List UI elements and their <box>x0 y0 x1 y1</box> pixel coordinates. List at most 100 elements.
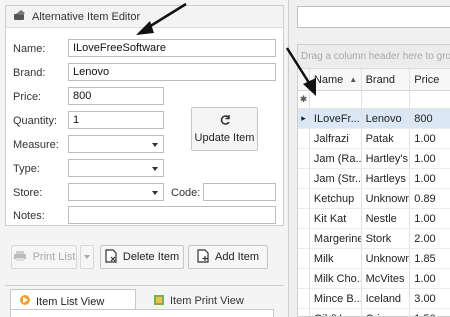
price-cell[interactable]: 1.00 <box>410 269 450 288</box>
column-header-brand[interactable]: Brand <box>362 69 411 90</box>
delete-item-button[interactable]: Delete Item <box>100 245 184 269</box>
name-label: Name: <box>13 43 46 55</box>
name-cell[interactable]: Oil (Veg... <box>310 309 362 316</box>
row-indicator <box>298 209 310 228</box>
table-row[interactable]: Margerine Stork 2.00 <box>298 229 450 249</box>
row-indicator <box>298 149 310 168</box>
filter-brand-cell[interactable] <box>362 91 411 108</box>
price-cell[interactable]: 1.00 <box>410 129 450 148</box>
table-row[interactable]: Jalfrazi Patak 1.00 <box>298 129 450 149</box>
name-cell[interactable]: Milk <box>310 249 362 268</box>
measure-label: Measure: <box>13 139 59 151</box>
table-row[interactable]: Milk Cho... McVites 1.00 <box>298 269 450 289</box>
list-view-icon <box>19 294 31 309</box>
table-row[interactable]: Mince B... Iceland 3.00 <box>298 289 450 309</box>
name-cell[interactable]: Ketchup <box>310 189 362 208</box>
brand-cell[interactable]: Stork <box>362 229 411 248</box>
price-cell[interactable]: 1.00 <box>410 169 450 188</box>
price-cell[interactable]: 3.00 <box>410 289 450 308</box>
type-combo[interactable] <box>68 159 164 177</box>
code-field[interactable] <box>203 183 276 201</box>
price-cell[interactable]: 1.85 <box>410 249 450 268</box>
items-grid: Drag a column header here to group Name … <box>297 44 450 317</box>
delete-doc-icon <box>105 248 117 266</box>
search-input[interactable] <box>297 6 450 28</box>
filter-price-cell[interactable] <box>410 91 450 108</box>
quantity-field[interactable]: 1 <box>68 111 164 129</box>
brand-label: Brand: <box>13 67 46 79</box>
row-indicator <box>298 289 310 308</box>
update-item-button[interactable]: Update Item <box>191 107 258 151</box>
name-field[interactable]: ILoveFreeSoftware <box>68 39 276 57</box>
price-field[interactable]: 800 <box>68 87 164 105</box>
brand-cell[interactable]: Unknown <box>362 249 411 268</box>
brand-field[interactable]: Lenovo <box>68 63 276 81</box>
tab-item-list-view-label: Item List View <box>36 295 105 308</box>
table-row[interactable]: Jam (Ra... Hartley's 1.00 <box>298 149 450 169</box>
print-dropdown-button[interactable] <box>80 245 94 269</box>
table-row[interactable]: Kit Kat Nestle 1.00 <box>298 209 450 229</box>
refresh-icon <box>219 114 231 129</box>
table-row[interactable]: ▸ ILoveFr... Lenovo 800 <box>298 109 450 129</box>
name-cell[interactable]: ILoveFr... <box>310 109 362 128</box>
chevron-down-icon <box>152 167 158 171</box>
price-cell[interactable]: 1.50 <box>410 309 450 317</box>
table-row[interactable]: Ketchup Unknown 0.89 <box>298 189 450 209</box>
editor-panel: Alternative Item Editor Name: ILoveFreeS… <box>0 0 289 317</box>
column-header-price[interactable]: Price <box>410 69 450 90</box>
price-cell[interactable]: 800 <box>410 109 450 128</box>
editor-icon <box>13 9 27 24</box>
name-cell[interactable]: Jalfrazi <box>310 129 362 148</box>
name-cell[interactable]: Margerine <box>310 229 362 248</box>
auto-filter-row[interactable]: ✱ <box>298 91 450 109</box>
print-view-icon <box>153 294 165 309</box>
chevron-down-icon <box>84 255 90 259</box>
notes-label: Notes: <box>13 210 45 222</box>
row-indicator <box>298 269 310 288</box>
brand-cell[interactable]: Hartley's <box>362 149 411 168</box>
item-editor-group: Alternative Item Editor Name: ILoveFreeS… <box>5 5 284 226</box>
type-label: Type: <box>13 163 40 175</box>
filter-row-icon: ✱ <box>298 91 310 108</box>
group-header: Alternative Item Editor <box>6 6 283 28</box>
brand-cell[interactable]: Lenovo <box>362 109 411 128</box>
brand-cell[interactable]: Patak <box>362 129 411 148</box>
price-cell[interactable]: 2.00 <box>410 229 450 248</box>
row-indicator <box>298 229 310 248</box>
store-combo[interactable] <box>68 183 164 201</box>
add-item-button[interactable]: Add Item <box>188 245 268 269</box>
filter-name-cell[interactable] <box>310 91 362 108</box>
brand-cell[interactable]: Hartleys <box>362 169 411 188</box>
name-cell[interactable]: Jam (Ra... <box>310 149 362 168</box>
chevron-down-icon <box>152 143 158 147</box>
price-cell[interactable]: 0.89 <box>410 189 450 208</box>
brand-cell[interactable]: McVites <box>362 269 411 288</box>
tab-item-print-view-label: Item Print View <box>170 295 244 307</box>
name-cell[interactable]: Mince B... <box>310 289 362 308</box>
column-name-label: Name <box>313 73 344 86</box>
delete-item-label: Delete Item <box>122 251 180 263</box>
notes-field[interactable] <box>68 206 276 224</box>
brand-cell[interactable]: Unknown <box>362 189 411 208</box>
table-row[interactable]: Oil (Veg...Crisp n ...1.50 <box>298 309 450 317</box>
brand-cell[interactable]: Nestle <box>362 209 411 228</box>
printer-icon <box>13 250 27 265</box>
table-row[interactable]: Milk Unknown 1.85 <box>298 249 450 269</box>
name-cell[interactable]: Kit Kat <box>310 209 362 228</box>
row-indicator <box>298 169 310 188</box>
column-header-name[interactable]: Name ▲ <box>310 69 362 90</box>
add-doc-icon <box>197 248 209 266</box>
print-list-button[interactable]: Print List <box>11 245 77 269</box>
brand-cell[interactable]: Crisp n ... <box>362 309 411 316</box>
price-cell[interactable]: 1.00 <box>410 149 450 168</box>
measure-combo[interactable] <box>68 135 164 153</box>
print-list-label: Print List <box>32 251 76 263</box>
code-label: Code: <box>171 187 201 199</box>
name-cell[interactable]: Jam (Str... <box>310 169 362 188</box>
table-row[interactable]: Jam (Str... Hartleys 1.00 <box>298 169 450 189</box>
brand-cell[interactable]: Iceland <box>362 289 411 308</box>
group-title: Alternative Item Editor <box>32 10 141 23</box>
price-cell[interactable]: 1.00 <box>410 209 450 228</box>
group-by-panel[interactable]: Drag a column header here to group <box>298 45 450 69</box>
name-cell[interactable]: Milk Cho... <box>310 269 362 288</box>
